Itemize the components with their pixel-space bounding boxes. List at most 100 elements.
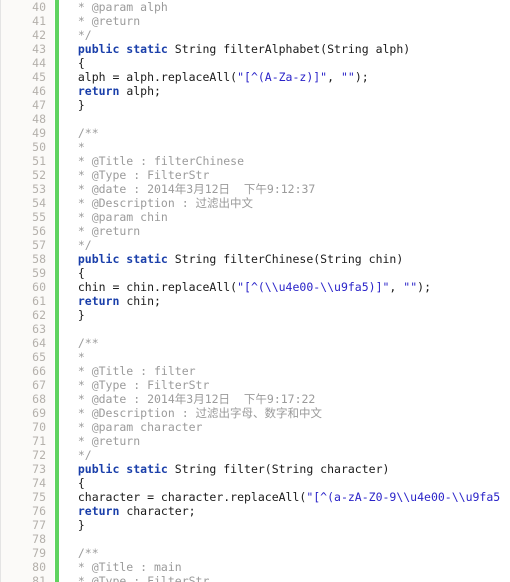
code-line[interactable]: { bbox=[64, 56, 85, 70]
code-line[interactable]: */ bbox=[64, 28, 92, 42]
line-number: 48 bbox=[32, 112, 46, 126]
code-line[interactable]: * @return bbox=[64, 224, 140, 238]
code-line[interactable]: return alph; bbox=[64, 84, 161, 98]
token-plain: character; bbox=[126, 504, 196, 518]
line-number: 67 bbox=[32, 378, 46, 392]
line-number: 80 bbox=[32, 560, 46, 574]
token-string: "[^(\\u4e00-\\u9fa5)]" bbox=[237, 280, 390, 294]
code-line[interactable]: } bbox=[64, 308, 85, 322]
token-plain: String filter(String character) bbox=[174, 462, 390, 476]
code-line[interactable]: * @Description : 过滤出字母、数字和中文 bbox=[64, 406, 322, 420]
line-number: 72 bbox=[32, 448, 46, 462]
line-number: 74 bbox=[32, 476, 46, 490]
line-number: 43 bbox=[32, 42, 46, 56]
line-number: 54 bbox=[32, 196, 46, 210]
token-plain: ); bbox=[417, 280, 431, 294]
code-line[interactable]: /** bbox=[64, 546, 99, 560]
code-line[interactable]: character = character.replaceAll("[^(a-z… bbox=[64, 490, 500, 504]
code-line[interactable]: * @return bbox=[64, 434, 140, 448]
code-line[interactable]: */ bbox=[64, 448, 92, 462]
line-number: 53 bbox=[32, 182, 46, 196]
code-line[interactable]: return chin; bbox=[64, 294, 161, 308]
token-plain: alph; bbox=[126, 84, 161, 98]
token-comment: * bbox=[64, 350, 85, 364]
code-line[interactable]: public static String filterChinese(Strin… bbox=[64, 252, 403, 266]
line-number: 62 bbox=[32, 308, 46, 322]
token-keyword: public static bbox=[64, 462, 175, 476]
line-number: 70 bbox=[32, 420, 46, 434]
token-comment: * @Title : filter bbox=[64, 364, 196, 378]
token-comment: * @return bbox=[64, 14, 141, 28]
token-comment: */ bbox=[64, 238, 92, 252]
code-line[interactable]: * @date : 2014年3月12日 下午9:17:22 bbox=[64, 392, 316, 406]
code-line[interactable]: * @param alph bbox=[64, 0, 168, 14]
line-number: 69 bbox=[32, 406, 46, 420]
line-number: 49 bbox=[32, 126, 46, 140]
token-keyword: public static bbox=[64, 42, 175, 56]
token-plain: { bbox=[64, 56, 85, 70]
token-keyword: public static bbox=[64, 252, 175, 266]
line-number: 64 bbox=[32, 336, 46, 350]
line-number: 42 bbox=[32, 28, 46, 42]
code-line[interactable]: * @return bbox=[64, 14, 140, 28]
line-number: 41 bbox=[32, 14, 46, 28]
token-plain: alph = alph.replaceAll( bbox=[64, 70, 238, 84]
code-line[interactable]: /** bbox=[64, 126, 99, 140]
line-number: 76 bbox=[32, 504, 46, 518]
code-line[interactable]: * @Type : FilterStr bbox=[64, 378, 210, 392]
code-line[interactable]: * @param character bbox=[64, 420, 203, 434]
token-keyword: return bbox=[64, 294, 127, 308]
line-number: 55 bbox=[32, 210, 46, 224]
token-plain: } bbox=[64, 98, 85, 112]
line-number: 51 bbox=[32, 154, 46, 168]
line-number: 50 bbox=[32, 140, 46, 154]
token-comment: * @return bbox=[64, 224, 141, 238]
token-plain: , bbox=[327, 70, 341, 84]
token-comment: * @Type : FilterStr bbox=[64, 574, 210, 582]
code-line[interactable]: * @Type : FilterStr bbox=[64, 168, 210, 182]
line-number-gutter[interactable]: 40 41 42 43 44 45 46 47 48 49 50 51 52 53 54 55 56 57 58 59… bbox=[1, 0, 54, 582]
code-line[interactable]: * bbox=[64, 140, 85, 154]
token-string: "[^(a-zA-Z0-9\\u4e00-\\u9fa5 bbox=[306, 490, 501, 504]
token-comment: * @Description : 过滤出中文 bbox=[64, 196, 254, 210]
line-number: 45 bbox=[32, 70, 46, 84]
token-string: "[^(A-Za-z)]" bbox=[237, 70, 328, 84]
line-number: 61 bbox=[32, 294, 46, 308]
line-number: 46 bbox=[32, 84, 46, 98]
token-comment: /** bbox=[64, 336, 99, 350]
line-number: 79 bbox=[32, 546, 46, 560]
code-line[interactable]: * @Description : 过滤出中文 bbox=[64, 196, 253, 210]
line-number: 81 bbox=[32, 574, 46, 582]
token-keyword: return bbox=[64, 84, 127, 98]
code-editor[interactable]: 40 41 42 43 44 45 46 47 48 49 50 51 52 53 54 55 56 57 58 59… bbox=[0, 0, 510, 582]
code-line[interactable]: * @Title : filter bbox=[64, 364, 196, 378]
code-line[interactable]: chin = chin.replaceAll("[^(\\u4e00-\\u9f… bbox=[64, 280, 431, 294]
code-line[interactable]: public static String filterAlphabet(Stri… bbox=[64, 42, 410, 56]
code-line[interactable]: * @param chin bbox=[64, 210, 168, 224]
token-comment: * @Title : main bbox=[64, 560, 182, 574]
code-line[interactable]: alph = alph.replaceAll("[^(A-Za-z)]", ""… bbox=[64, 70, 369, 84]
code-line[interactable]: } bbox=[64, 98, 85, 112]
line-number: 75 bbox=[32, 490, 46, 504]
code-line[interactable]: * @date : 2014年3月12日 下午9:12:37 bbox=[64, 182, 316, 196]
code-line[interactable]: * bbox=[64, 350, 85, 364]
code-line[interactable]: * @Type : FilterStr bbox=[64, 574, 210, 582]
line-number: 59 bbox=[32, 266, 46, 280]
code-line[interactable]: /** bbox=[64, 336, 99, 350]
code-line[interactable]: } bbox=[64, 518, 85, 532]
code-line[interactable]: */ bbox=[64, 238, 92, 252]
line-number: 56 bbox=[32, 224, 46, 238]
token-comment: */ bbox=[64, 448, 92, 462]
code-line[interactable]: { bbox=[64, 476, 85, 490]
line-number: 60 bbox=[32, 280, 46, 294]
code-line[interactable]: * @Title : filterChinese bbox=[64, 154, 244, 168]
token-plain: } bbox=[64, 308, 85, 322]
code-line[interactable]: public static String filter(String chara… bbox=[64, 462, 390, 476]
code-content-area[interactable]: * @param alph * @return */ public static… bbox=[59, 0, 510, 582]
token-plain: String filterAlphabet(String alph) bbox=[174, 42, 411, 56]
code-line[interactable]: return character; bbox=[64, 504, 196, 518]
line-number: 78 bbox=[32, 532, 46, 546]
code-line[interactable]: { bbox=[64, 266, 85, 280]
token-comment: /** bbox=[64, 126, 99, 140]
code-line[interactable]: * @Title : main bbox=[64, 560, 182, 574]
